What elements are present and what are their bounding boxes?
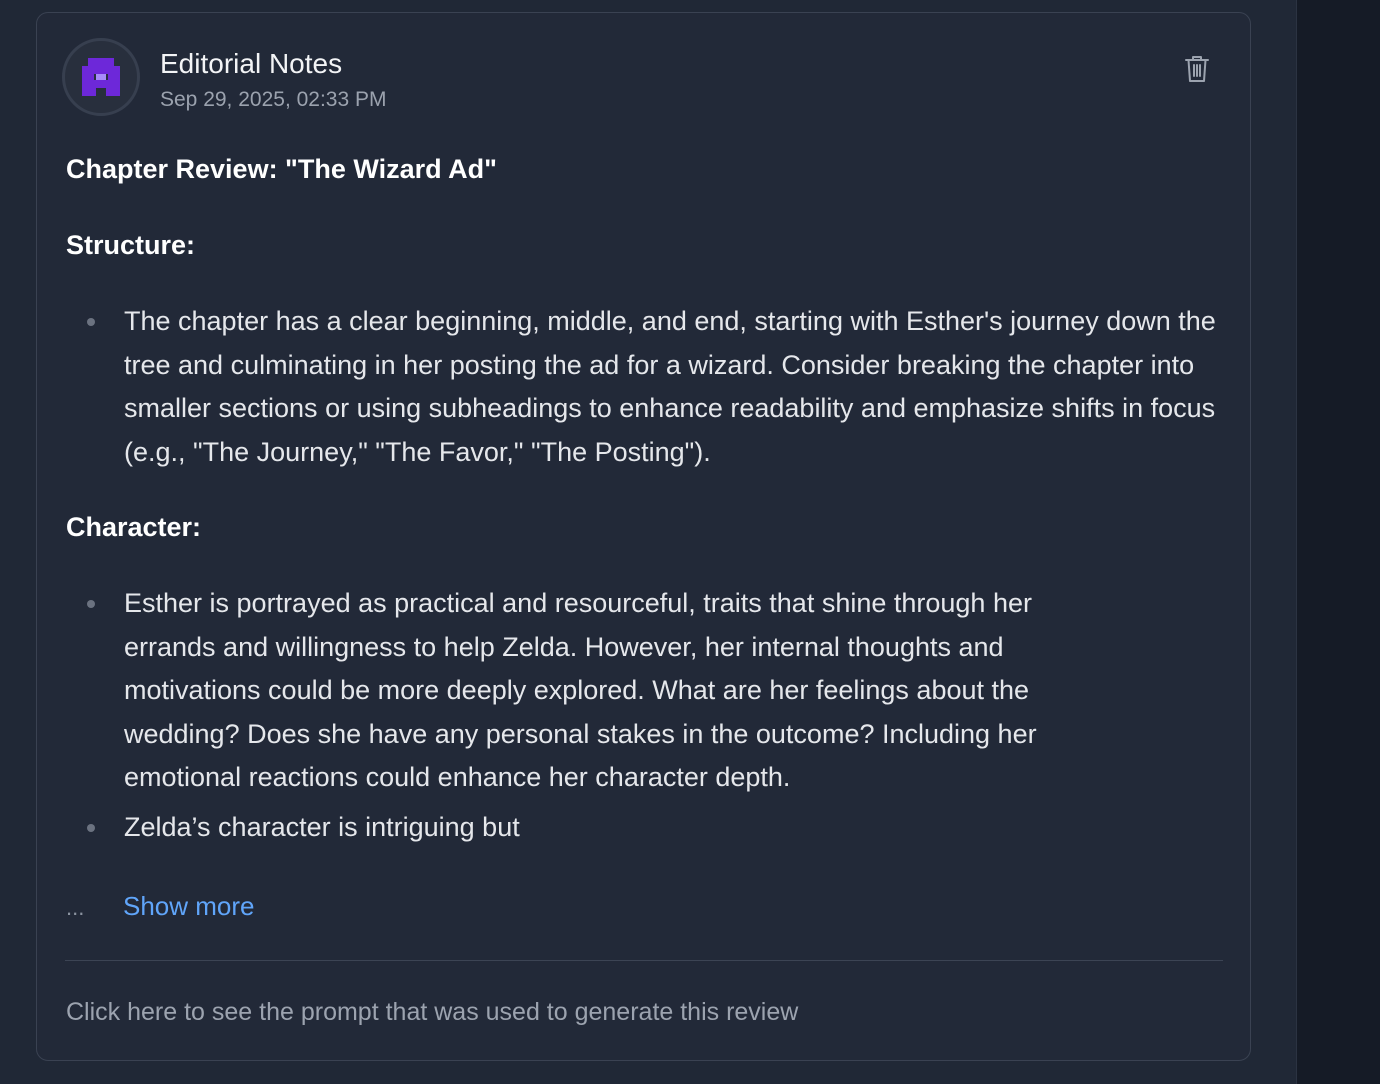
- show-more-button[interactable]: Show more: [123, 889, 255, 923]
- list-item-text: The chapter has a clear beginning, middl…: [124, 306, 1216, 467]
- structure-list: The chapter has a clear beginning, middl…: [79, 300, 1229, 474]
- review-author: Editorial Notes: [160, 48, 343, 79]
- section-heading-structure: Structure:: [66, 230, 196, 260]
- character-list: Esther is portrayed as practical and res…: [79, 582, 1119, 849]
- bullet-icon: [87, 600, 95, 608]
- list-item-text: Esther is portrayed as practical and res…: [124, 588, 1037, 792]
- list-item: Zelda’s character is intriguing but: [79, 806, 1119, 850]
- list-item: Esther is portrayed as practical and res…: [79, 582, 1119, 800]
- view-prompt-link[interactable]: Click here to see the prompt that was us…: [66, 996, 798, 1028]
- right-panel-edge: [1296, 0, 1380, 1084]
- author-avatar: [62, 38, 140, 116]
- section-heading-character: Character:: [66, 512, 202, 542]
- divider: [65, 960, 1223, 961]
- bullet-icon: [87, 318, 95, 326]
- list-item: The chapter has a clear beginning, middl…: [79, 300, 1229, 474]
- list-item-text: Zelda’s character is intriguing but: [124, 811, 520, 842]
- review-title: Chapter Review: "The Wizard Ad": [66, 154, 497, 184]
- review-card: Editorial Notes Sep 29, 2025, 02:33 PM C…: [36, 12, 1251, 1061]
- truncation-ellipsis: ...: [66, 895, 85, 920]
- trash-icon: [1185, 56, 1209, 82]
- delete-review-button[interactable]: [1182, 53, 1212, 85]
- bullet-icon: [87, 823, 95, 832]
- pixel-avatar-icon: [82, 58, 120, 96]
- review-timestamp: Sep 29, 2025, 02:33 PM: [160, 88, 387, 111]
